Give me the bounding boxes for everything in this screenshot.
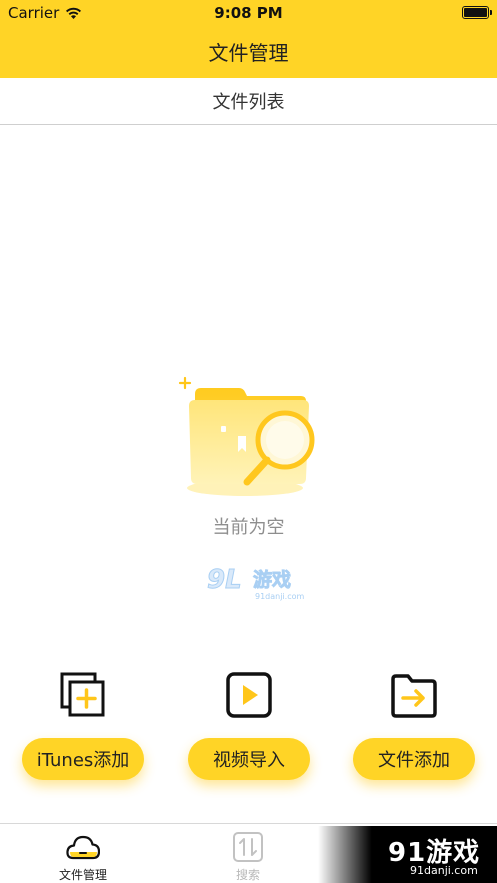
file-add-button[interactable]: 文件添加 <box>353 738 475 780</box>
battery-icon <box>462 6 492 19</box>
itunes-add-icon[interactable] <box>59 671 107 719</box>
video-import-button[interactable]: 视频导入 <box>188 738 310 780</box>
empty-message: 当前为空 <box>212 517 285 538</box>
status-time: 9:08 PM <box>214 4 283 22</box>
itunes-add-button[interactable]: iTunes添加 <box>22 738 144 780</box>
file-add-icon[interactable] <box>390 671 438 719</box>
logo-sub: 91danji.com <box>410 864 478 877</box>
video-import-icon[interactable] <box>225 671 273 719</box>
watermark-logo: 9L 游戏 91danji.com <box>205 562 315 604</box>
tab-label: 文件管理 <box>58 868 107 882</box>
svg-text:91danji.com: 91danji.com <box>255 592 305 601</box>
tab-file-management[interactable]: 文件管理 <box>23 824 143 883</box>
svg-text:游戏: 游戏 <box>253 568 291 591</box>
cloud-icon <box>66 832 101 862</box>
svg-text:9L: 9L <box>207 565 242 595</box>
corner-watermark-logo: 91游戏 91danji.com <box>318 826 497 883</box>
tab-search[interactable]: 搜索 <box>188 824 308 883</box>
app-screen: Carrier 9:08 PM 文件管理 文件列表 当前为空 9L 游戏 91d… <box>0 0 497 883</box>
file-list-title: 文件列表 <box>212 92 285 113</box>
status-bar: Carrier 9:08 PM <box>0 0 497 26</box>
header: Carrier 9:08 PM 文件管理 <box>0 0 497 78</box>
tab-label: 搜索 <box>235 868 260 882</box>
sort-arrows-icon <box>231 832 265 862</box>
page-title: 文件管理 <box>208 41 289 65</box>
empty-folder-search-icon <box>175 372 325 502</box>
file-list-header: 文件列表 <box>0 78 497 125</box>
